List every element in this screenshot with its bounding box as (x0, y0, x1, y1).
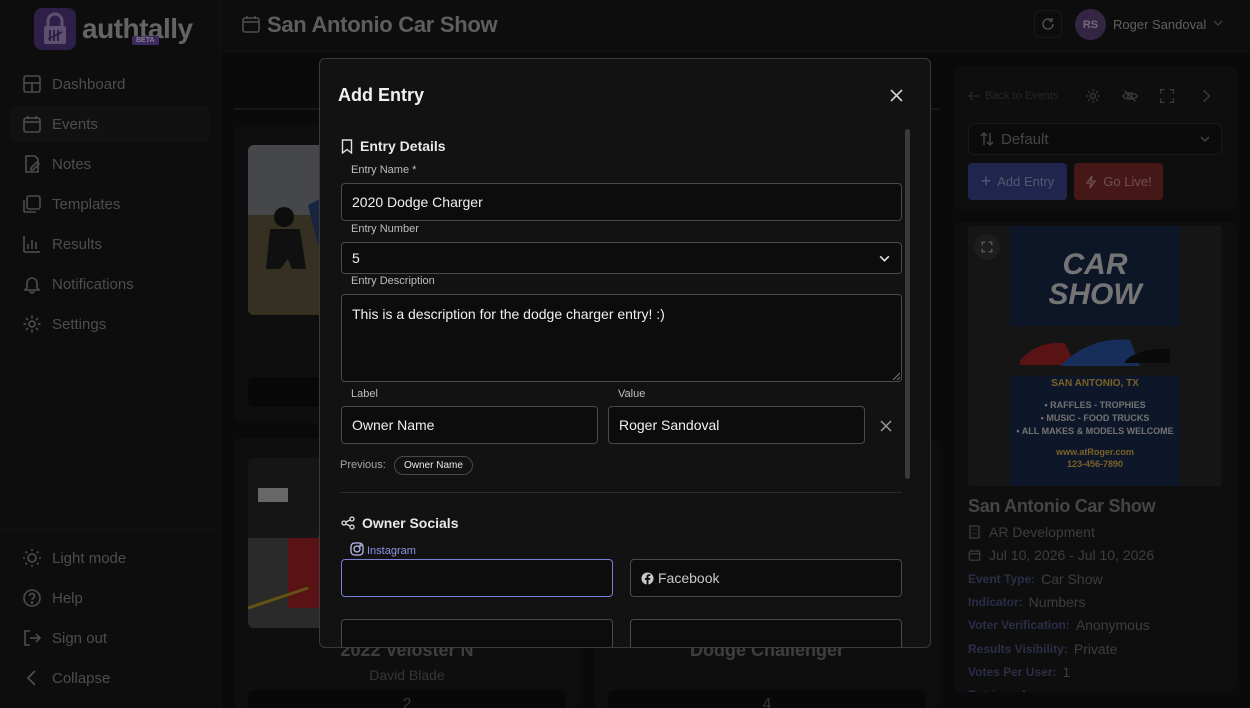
chevron-down-icon (879, 255, 890, 262)
custom-field-label-label: Label (351, 388, 378, 400)
entry-description-textarea[interactable]: This is a description for the dodge char… (341, 294, 902, 382)
close-icon (889, 88, 903, 102)
instagram-input[interactable] (341, 559, 613, 597)
modal-title: Add Entry (338, 85, 425, 105)
resize-handle-icon[interactable] (892, 372, 900, 380)
custom-field-value-label: Value (618, 388, 646, 400)
entry-name-label: Entry Name * (351, 164, 417, 176)
entry-number-select[interactable]: 5 (341, 242, 902, 274)
entry-description-label: Entry Description (351, 275, 435, 287)
social-input[interactable] (341, 619, 613, 647)
add-entry-modal: Add Entry Entry Details Entry Name * 202… (319, 58, 931, 648)
section-divider (340, 492, 902, 493)
instagram-icon (350, 542, 364, 556)
entry-details-heading: Entry Details (341, 138, 446, 154)
entry-number-label: Entry Number (351, 223, 419, 235)
social-input[interactable] (630, 619, 902, 647)
owner-socials-heading: Owner Socials (341, 515, 458, 531)
bookmark-icon (341, 138, 353, 154)
entry-name-input[interactable]: 2020 Dodge Charger (341, 183, 902, 221)
custom-field-value-input[interactable]: Roger Sandoval (608, 406, 865, 444)
custom-field-label-input[interactable]: Owner Name (341, 406, 598, 444)
facebook-icon (641, 571, 654, 585)
previous-label: Previous: (340, 459, 386, 471)
facebook-input[interactable]: Facebook (630, 559, 902, 597)
instagram-label: Instagram (350, 541, 416, 557)
previous-label-chip[interactable]: Owner Name (394, 456, 473, 475)
remove-field-icon[interactable] (880, 420, 892, 432)
close-button[interactable] (887, 86, 905, 104)
share-icon (341, 516, 355, 530)
modal-scrollbar[interactable] (905, 129, 910, 479)
